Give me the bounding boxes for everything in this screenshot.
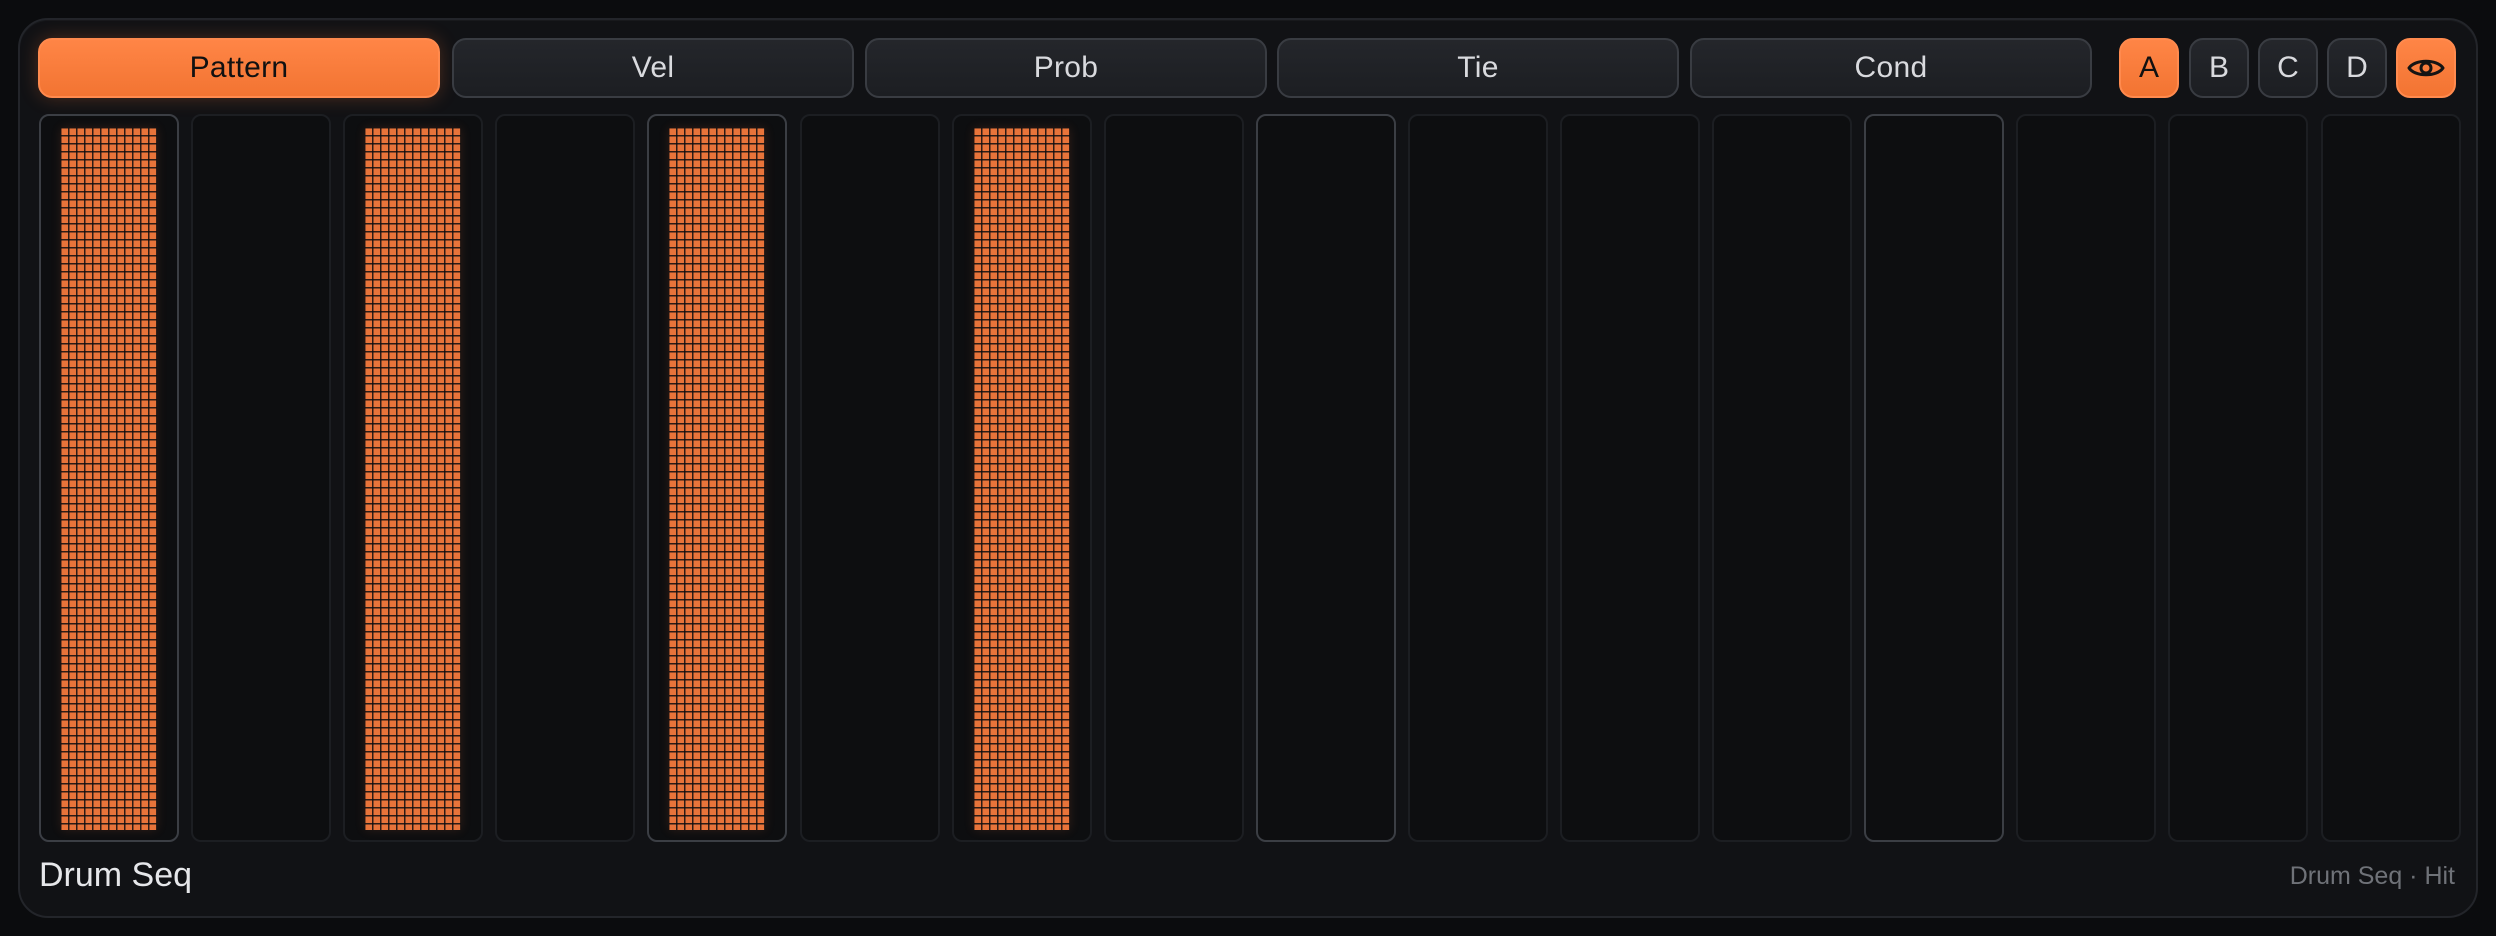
- step-15[interactable]: [2168, 114, 2308, 842]
- step-8[interactable]: [1104, 114, 1244, 842]
- step-5[interactable]: [647, 114, 787, 842]
- step-1[interactable]: [39, 114, 179, 842]
- step-9[interactable]: [1256, 114, 1396, 842]
- step-2[interactable]: [191, 114, 331, 842]
- tab-pattern[interactable]: Pattern: [38, 38, 440, 98]
- tab-cond[interactable]: Cond: [1690, 38, 2092, 98]
- bank-a-button[interactable]: A: [2119, 38, 2179, 98]
- step-3[interactable]: [343, 114, 483, 842]
- bank-d-button[interactable]: D: [2327, 38, 2387, 98]
- step-6[interactable]: [800, 114, 940, 842]
- step-13[interactable]: [1864, 114, 2004, 842]
- step-10[interactable]: [1408, 114, 1548, 842]
- step-11[interactable]: [1560, 114, 1700, 842]
- tab-tie[interactable]: Tie: [1277, 38, 1679, 98]
- bank-b-button[interactable]: B: [2189, 38, 2249, 98]
- tab-vel[interactable]: Vel: [452, 38, 854, 98]
- view-toggle-button[interactable]: [2396, 38, 2456, 98]
- step-1-level-fill: [61, 128, 157, 830]
- eye-icon: [2407, 56, 2445, 80]
- instrument-title: Drum Seq: [39, 856, 193, 894]
- step-4[interactable]: [495, 114, 635, 842]
- bank-c-button[interactable]: C: [2258, 38, 2318, 98]
- step-5-level-fill: [669, 128, 765, 830]
- step-14[interactable]: [2016, 114, 2156, 842]
- step-12[interactable]: [1712, 114, 1852, 842]
- step-7-level-fill: [974, 128, 1070, 830]
- instrument-subtitle: Drum Seq · Hit: [2289, 862, 2455, 890]
- step-7[interactable]: [952, 114, 1092, 842]
- step-16[interactable]: [2321, 114, 2461, 842]
- tab-prob[interactable]: Prob: [865, 38, 1267, 98]
- step-3-level-fill: [365, 128, 461, 830]
